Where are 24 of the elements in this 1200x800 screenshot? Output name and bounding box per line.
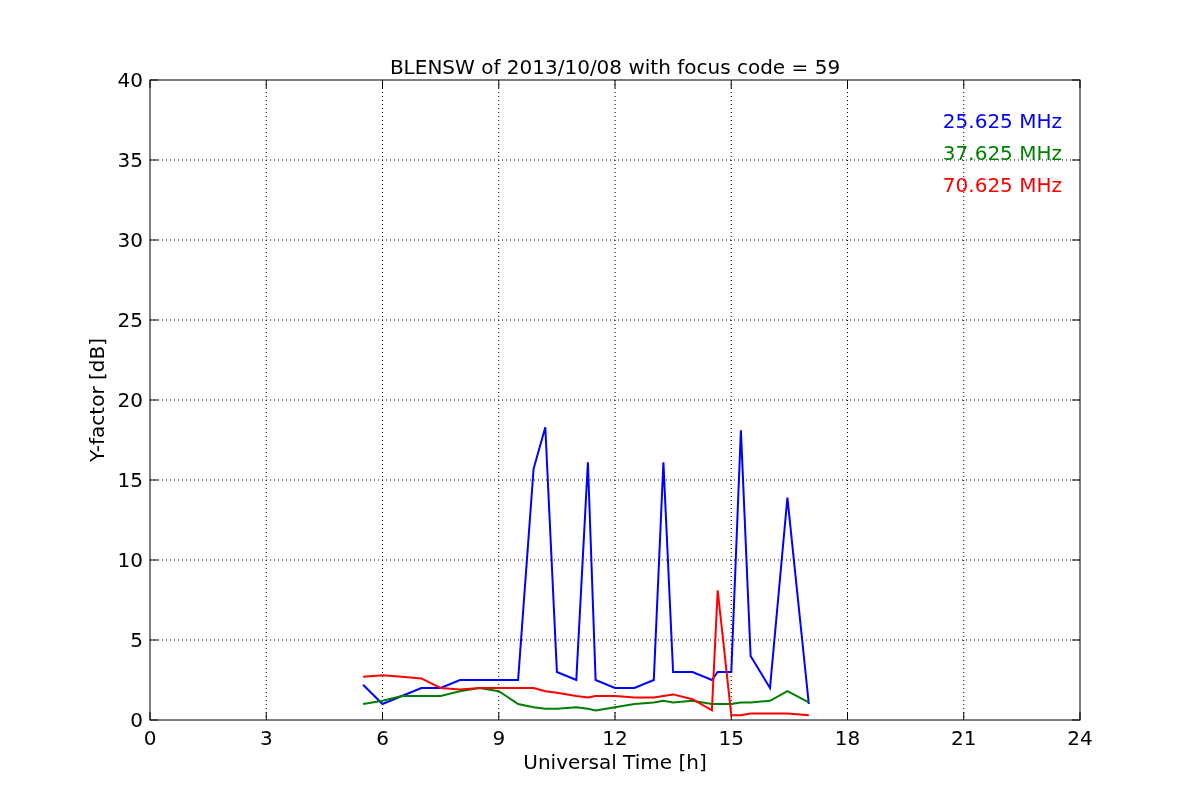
y-tick-label: 10	[117, 548, 143, 572]
y-tick-label: 5	[130, 628, 143, 652]
x-tick-label: 15	[718, 726, 744, 750]
y-tick-label: 35	[117, 148, 143, 172]
y-axis-label: Y-factor [dB]	[85, 338, 109, 462]
chart-title: BLENSW of 2013/10/08 with focus code = 59	[389, 55, 841, 79]
x-tick-label: 24	[1067, 726, 1093, 750]
x-tick-label: 21	[951, 726, 977, 750]
x-tick-label: 0	[143, 726, 157, 750]
y-tick-label: 0	[130, 708, 143, 732]
x-tick-label: 12	[602, 726, 628, 750]
x-tick-label: 18	[834, 726, 861, 750]
x-axis-label: Universal Time [h]	[523, 750, 707, 774]
x-tick-label: 9	[492, 726, 506, 750]
legend-label: 25.625 MHz	[942, 109, 1062, 133]
legend-label: 37.625 MHz	[942, 141, 1062, 165]
legend-label: 70.625 MHz	[942, 173, 1062, 197]
x-tick-label: 3	[259, 726, 273, 750]
x-tick-label: 6	[376, 726, 389, 750]
y-tick-label: 15	[117, 468, 143, 492]
y-tick-label: 30	[117, 228, 143, 252]
y-tick-label: 20	[117, 388, 143, 412]
y-tick-label: 25	[117, 308, 143, 332]
y-tick-label: 40	[117, 68, 143, 92]
